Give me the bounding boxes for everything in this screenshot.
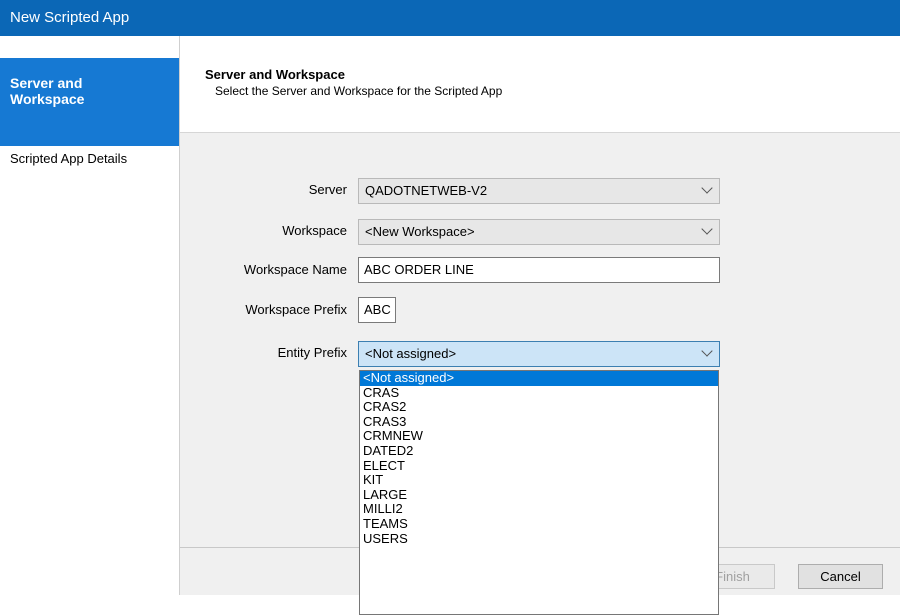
workspace-name-field[interactable]: ABC ORDER LINE [358, 257, 720, 283]
list-item[interactable]: <Not assigned> [360, 370, 718, 386]
list-item[interactable]: DATED2 [360, 443, 718, 459]
entity-prefix-dropdown-list[interactable]: <Not assigned> CRAS CRAS2 CRAS3 CRMNEW D… [359, 370, 719, 615]
server-label: Server [308, 182, 347, 197]
workspace-prefix-label: Workspace Prefix [245, 302, 347, 317]
workspace-select[interactable]: <New Workspace> [358, 219, 720, 245]
step-header: Server and Workspace Select the Server a… [180, 36, 900, 133]
sidebar-item-label: Server and Workspace [0, 58, 179, 146]
list-item[interactable]: CRMNEW [360, 429, 718, 444]
list-item[interactable]: LARGE [360, 487, 718, 503]
list-item[interactable]: TEAMS [360, 516, 718, 532]
workspace-label: Workspace [282, 223, 347, 238]
cancel-button-label: Cancel [820, 569, 861, 584]
workspace-name-value: ABC ORDER LINE [364, 262, 474, 277]
cancel-button[interactable]: Cancel [798, 564, 883, 589]
window-titlebar: New Scripted App [0, 0, 900, 36]
workspace-value: <New Workspace> [365, 224, 475, 239]
step-subtitle: Select the Server and Workspace for the … [215, 84, 503, 98]
sidebar-item-label: Scripted App Details [10, 151, 128, 166]
wizard-sidebar: Server and Workspace Scripted App Detail… [0, 36, 180, 595]
server-value: QADOTNETWEB-V2 [365, 183, 488, 198]
workspace-prefix-value: ABC [364, 302, 391, 317]
list-item[interactable]: ELECT [360, 458, 718, 474]
entity-prefix-select[interactable]: <Not assigned> [358, 341, 720, 367]
chevron-down-icon [701, 345, 713, 357]
list-item[interactable]: CRAS2 [360, 400, 718, 415]
list-item[interactable]: KIT [360, 473, 718, 488]
workspace-prefix-field[interactable]: ABC [358, 297, 396, 323]
step-title: Server and Workspace [205, 67, 345, 82]
chevron-down-icon [701, 182, 713, 194]
list-item[interactable]: MILLI2 [360, 502, 718, 517]
entity-prefix-label: Entity Prefix [277, 345, 347, 360]
finish-button-label: Finish [715, 569, 750, 584]
sidebar-item-scripted-app-details[interactable]: Scripted App Details [10, 151, 127, 166]
sidebar-item-server-and-workspace[interactable]: Server and Workspace [0, 58, 179, 158]
chevron-down-icon [701, 223, 713, 235]
list-item[interactable]: CRAS [360, 385, 718, 401]
workspace-name-label: Workspace Name [243, 262, 347, 277]
window-title: New Scripted App [10, 9, 130, 26]
list-item[interactable]: USERS [360, 531, 718, 547]
server-select[interactable]: QADOTNETWEB-V2 [358, 178, 720, 204]
entity-prefix-value: <Not assigned> [365, 346, 457, 361]
list-item[interactable]: CRAS3 [360, 414, 718, 430]
